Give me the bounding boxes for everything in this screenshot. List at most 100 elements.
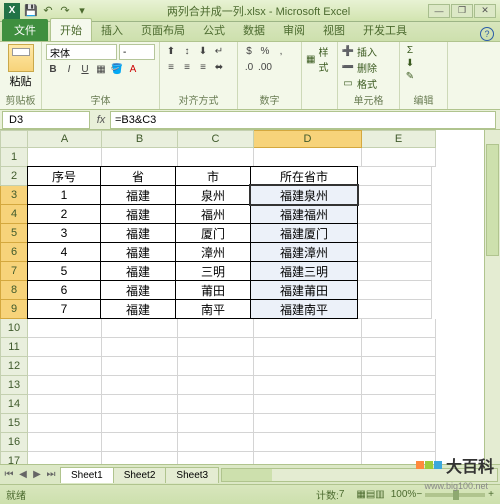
row-header-6[interactable]: 6 xyxy=(0,243,28,262)
cell-D4[interactable]: 福建福州 xyxy=(250,204,358,224)
autosum-button[interactable]: Σ xyxy=(404,44,443,56)
tab-view[interactable]: 视图 xyxy=(314,19,354,41)
format-cells-button[interactable]: ▭格式 xyxy=(342,76,395,91)
cell-B8[interactable]: 福建 xyxy=(100,280,176,300)
dec-decimal-icon[interactable]: .00 xyxy=(258,60,272,74)
align-center-icon[interactable]: ≡ xyxy=(180,60,194,74)
cell-C3[interactable]: 泉州 xyxy=(175,185,251,205)
cell-C14[interactable] xyxy=(178,395,254,414)
cell-B16[interactable] xyxy=(102,433,178,452)
cell-C8[interactable]: 莆田 xyxy=(175,280,251,300)
cell-C1[interactable] xyxy=(178,148,254,167)
cell-C13[interactable] xyxy=(178,376,254,395)
cell-B2[interactable]: 省 xyxy=(100,166,176,186)
cell-A6[interactable]: 4 xyxy=(27,242,101,262)
cell-C12[interactable] xyxy=(178,357,254,376)
cell-B6[interactable]: 福建 xyxy=(100,242,176,262)
cell-D3[interactable]: 福建泉州 xyxy=(250,185,358,205)
align-middle-icon[interactable]: ↕ xyxy=(180,44,194,58)
tab-home[interactable]: 开始 xyxy=(50,18,92,41)
zoom-in-icon[interactable]: + xyxy=(488,489,494,500)
cell-B1[interactable] xyxy=(102,148,178,167)
cell-D9[interactable]: 福建南平 xyxy=(250,299,358,319)
row-header-17[interactable]: 17 xyxy=(0,452,28,464)
comma-icon[interactable]: , xyxy=(274,44,288,58)
align-bottom-icon[interactable]: ⬇ xyxy=(196,44,210,58)
align-top-icon[interactable]: ⬆ xyxy=(164,44,178,58)
column-header-C[interactable]: C xyxy=(178,130,254,148)
cell-A1[interactable] xyxy=(28,148,102,167)
align-right-icon[interactable]: ≡ xyxy=(196,60,210,74)
cell-B5[interactable]: 福建 xyxy=(100,223,176,243)
cell-A8[interactable]: 6 xyxy=(27,280,101,300)
save-icon[interactable]: 💾 xyxy=(24,4,38,18)
cell-B11[interactable] xyxy=(102,338,178,357)
cell-A5[interactable]: 3 xyxy=(27,223,101,243)
cell-A14[interactable] xyxy=(28,395,102,414)
cell-A9[interactable]: 7 xyxy=(27,299,101,319)
cell-B15[interactable] xyxy=(102,414,178,433)
cell-E4[interactable] xyxy=(358,205,432,224)
font-size-select[interactable]: - xyxy=(119,44,155,60)
font-color-button[interactable]: A xyxy=(126,62,140,76)
align-left-icon[interactable]: ≡ xyxy=(164,60,178,74)
tab-review[interactable]: 审阅 xyxy=(274,19,314,41)
vertical-scrollbar[interactable] xyxy=(484,130,500,464)
italic-button[interactable]: I xyxy=(62,62,76,76)
last-sheet-icon[interactable]: ⏭ xyxy=(44,469,58,480)
row-header-3[interactable]: 3 xyxy=(0,186,28,205)
next-sheet-icon[interactable]: ▶ xyxy=(30,469,44,480)
cell-E3[interactable] xyxy=(358,186,432,205)
delete-cells-button[interactable]: ➖删除 xyxy=(342,60,395,75)
cell-E8[interactable] xyxy=(358,281,432,300)
row-header-16[interactable]: 16 xyxy=(0,433,28,452)
sheet-tab-3[interactable]: Sheet3 xyxy=(165,467,219,483)
cell-D5[interactable]: 福建厦门 xyxy=(250,223,358,243)
cell-C9[interactable]: 南平 xyxy=(175,299,251,319)
row-header-4[interactable]: 4 xyxy=(0,205,28,224)
clear-button[interactable]: ✎ xyxy=(404,70,443,82)
cell-D14[interactable] xyxy=(254,395,362,414)
row-header-11[interactable]: 11 xyxy=(0,338,28,357)
cell-D10[interactable] xyxy=(254,319,362,338)
cell-A15[interactable] xyxy=(28,414,102,433)
percent-icon[interactable]: % xyxy=(258,44,272,58)
tab-dev[interactable]: 开发工具 xyxy=(354,19,416,41)
cell-E15[interactable] xyxy=(362,414,436,433)
tab-formula[interactable]: 公式 xyxy=(194,19,234,41)
cell-A16[interactable] xyxy=(28,433,102,452)
wrap-text-icon[interactable]: ↵ xyxy=(212,44,226,58)
qat-dropdown-icon[interactable]: ▾ xyxy=(75,4,89,18)
cell-C16[interactable] xyxy=(178,433,254,452)
row-header-1[interactable]: 1 xyxy=(0,148,28,167)
cell-B12[interactable] xyxy=(102,357,178,376)
worksheet-grid[interactable]: ABCDE12序号省市所在省市31福建泉州福建泉州42福建福州福建福州53福建厦… xyxy=(0,130,500,464)
fill-button[interactable]: ⬇ xyxy=(404,57,443,69)
row-header-9[interactable]: 9 xyxy=(0,300,28,319)
zoom-slider[interactable] xyxy=(425,493,485,497)
view-pagebreak-icon[interactable]: ▥ xyxy=(375,489,384,500)
cell-A12[interactable] xyxy=(28,357,102,376)
cell-C5[interactable]: 厦门 xyxy=(175,223,251,243)
formula-bar[interactable]: =B3&C3 xyxy=(110,111,496,129)
cell-E14[interactable] xyxy=(362,395,436,414)
row-header-2[interactable]: 2 xyxy=(0,167,28,186)
cell-B13[interactable] xyxy=(102,376,178,395)
row-header-8[interactable]: 8 xyxy=(0,281,28,300)
paste-button[interactable]: 粘贴 xyxy=(4,44,37,89)
cell-C10[interactable] xyxy=(178,319,254,338)
cell-C4[interactable]: 福州 xyxy=(175,204,251,224)
row-header-12[interactable]: 12 xyxy=(0,357,28,376)
name-box[interactable]: D3 xyxy=(2,111,90,129)
tab-file[interactable]: 文件 xyxy=(2,19,48,41)
row-header-7[interactable]: 7 xyxy=(0,262,28,281)
cell-E6[interactable] xyxy=(358,243,432,262)
tab-data[interactable]: 数据 xyxy=(234,19,274,41)
cell-E2[interactable] xyxy=(358,167,432,186)
prev-sheet-icon[interactable]: ◀ xyxy=(16,469,30,480)
row-header-5[interactable]: 5 xyxy=(0,224,28,243)
bold-button[interactable]: B xyxy=(46,62,60,76)
sheet-tab-2[interactable]: Sheet2 xyxy=(113,467,167,483)
cell-D6[interactable]: 福建漳州 xyxy=(250,242,358,262)
inc-decimal-icon[interactable]: .0 xyxy=(242,60,256,74)
